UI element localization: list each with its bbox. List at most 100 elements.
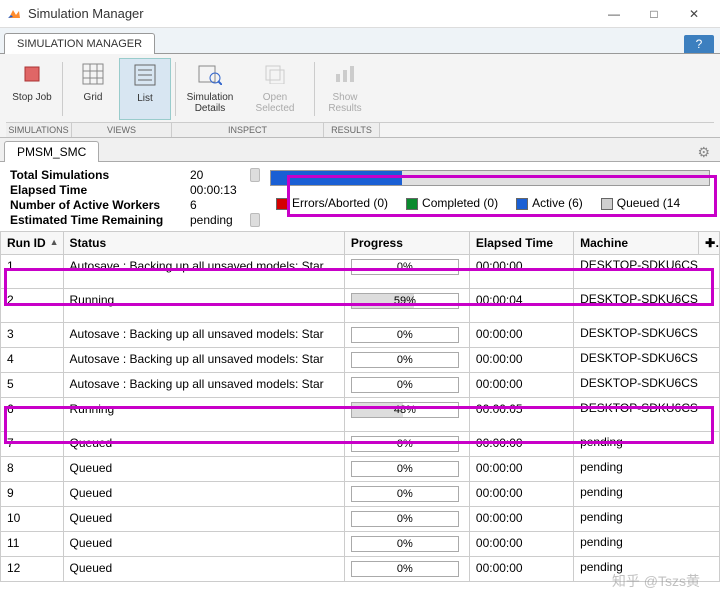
list-button[interactable]: List xyxy=(119,58,171,120)
col-elapsed[interactable]: Elapsed Time xyxy=(469,232,573,255)
cell-run-id: 12 xyxy=(1,557,64,582)
matlab-icon xyxy=(6,6,22,22)
cell-run-id: 8 xyxy=(1,457,64,482)
ribbon-group-views: VIEWS xyxy=(72,123,172,137)
cell-machine: DESKTOP-SDKU6CS xyxy=(574,289,720,323)
details-icon xyxy=(196,60,224,88)
tab-pmsm-smc[interactable]: PMSM_SMC xyxy=(4,141,99,162)
open-selected-button: Open Selected xyxy=(240,58,310,120)
cell-status: Autosave : Backing up all unsaved models… xyxy=(63,348,344,373)
cell-status: Queued xyxy=(63,432,344,457)
col-machine[interactable]: Machine xyxy=(574,232,699,255)
cell-run-id: 2 xyxy=(1,289,64,323)
table-row[interactable]: 8Queued0%00:00:00pending xyxy=(1,457,720,482)
cell-progress: 0% xyxy=(344,507,469,532)
remain-value: pending xyxy=(190,213,250,227)
table-row[interactable]: 1Autosave : Backing up all unsaved model… xyxy=(1,255,720,289)
cell-status: Queued xyxy=(63,457,344,482)
remain-label: Estimated Time Remaining xyxy=(10,213,190,227)
summary-scroll-2[interactable] xyxy=(250,213,260,227)
workers-value: 6 xyxy=(190,198,250,212)
cell-machine: pending xyxy=(574,507,720,532)
table-row[interactable]: 12Queued0%00:00:00pending xyxy=(1,557,720,582)
cell-machine: DESKTOP-SDKU6CS xyxy=(574,373,720,398)
ribbon-tab-row: SIMULATION MANAGER ? xyxy=(0,28,720,54)
legend-completed: Completed (0) xyxy=(422,196,498,210)
col-status[interactable]: Status xyxy=(63,232,344,255)
add-column-button[interactable]: ✚ xyxy=(699,232,720,255)
legend-errors: Errors/Aborted (0) xyxy=(292,196,388,210)
elapsed-value: 00:00:13 xyxy=(190,183,250,197)
cell-machine: DESKTOP-SDKU6CS xyxy=(574,348,720,373)
cell-progress: 0% xyxy=(344,532,469,557)
cell-run-id: 5 xyxy=(1,373,64,398)
open-icon xyxy=(261,60,289,88)
cell-progress: 0% xyxy=(344,432,469,457)
ribbon-group-results: RESULTS xyxy=(324,123,380,137)
cell-elapsed: 00:00:00 xyxy=(469,482,573,507)
cell-machine: pending xyxy=(574,432,720,457)
cell-run-id: 11 xyxy=(1,532,64,557)
cell-progress: 0% xyxy=(344,482,469,507)
legend: Errors/Aborted (0) Completed (0) Active … xyxy=(270,192,710,214)
maximize-button[interactable]: □ xyxy=(634,2,674,26)
cell-status: Queued xyxy=(63,532,344,557)
table-row[interactable]: 4Autosave : Backing up all unsaved model… xyxy=(1,348,720,373)
help-button[interactable]: ? xyxy=(684,35,714,53)
table-row[interactable]: 11Queued0%00:00:00pending xyxy=(1,532,720,557)
cell-progress: 0% xyxy=(344,373,469,398)
sort-asc-icon: ▲ xyxy=(50,237,59,247)
stop-job-button[interactable]: Stop Job xyxy=(6,58,58,120)
summary-panel: Total Simulations20 Elapsed Time00:00:13… xyxy=(0,162,720,231)
summary-scroll[interactable] xyxy=(250,168,260,182)
grid-button[interactable]: Grid xyxy=(67,58,119,120)
minimize-button[interactable]: — xyxy=(594,2,634,26)
cell-machine: pending xyxy=(574,532,720,557)
cell-status: Autosave : Backing up all unsaved models… xyxy=(63,323,344,348)
ribbon-tab-simulation-manager[interactable]: SIMULATION MANAGER xyxy=(4,33,155,54)
simulation-details-button[interactable]: Simulation Details xyxy=(180,58,240,120)
list-icon xyxy=(131,61,159,89)
cell-progress: 0% xyxy=(344,323,469,348)
col-run-id[interactable]: Run ID▲ xyxy=(1,232,64,255)
cell-elapsed: 00:00:00 xyxy=(469,323,573,348)
show-results-button: Show Results xyxy=(319,58,371,120)
cell-elapsed: 00:00:04 xyxy=(469,289,573,323)
gear-icon[interactable]: ⚙ xyxy=(697,144,710,161)
cell-machine: DESKTOP-SDKU6CS xyxy=(574,398,720,432)
table-row[interactable]: 10Queued0%00:00:00pending xyxy=(1,507,720,532)
cell-progress: 0% xyxy=(344,255,469,289)
simulations-table: Run ID▲ Status Progress Elapsed Time Mac… xyxy=(0,231,720,582)
cell-status: Queued xyxy=(63,507,344,532)
ribbon-group-inspect: INSPECT xyxy=(172,123,324,137)
cell-elapsed: 00:00:00 xyxy=(469,255,573,289)
cell-elapsed: 00:00:00 xyxy=(469,457,573,482)
cell-progress: 0% xyxy=(344,557,469,582)
cell-run-id: 1 xyxy=(1,255,64,289)
table-row[interactable]: 9Queued0%00:00:00pending xyxy=(1,482,720,507)
table-row[interactable]: 3Autosave : Backing up all unsaved model… xyxy=(1,323,720,348)
table-row[interactable]: 6Running48%00:00:05DESKTOP-SDKU6CS xyxy=(1,398,720,432)
workers-label: Number of Active Workers xyxy=(10,198,190,212)
cell-run-id: 4 xyxy=(1,348,64,373)
document-tabbar: PMSM_SMC ⚙ xyxy=(0,138,720,162)
titlebar: Simulation Manager — □ ✕ xyxy=(0,0,720,28)
cell-elapsed: 00:00:05 xyxy=(469,398,573,432)
grid-icon xyxy=(79,60,107,88)
cell-elapsed: 00:00:00 xyxy=(469,507,573,532)
cell-progress: 59% xyxy=(344,289,469,323)
cell-machine: pending xyxy=(574,482,720,507)
table-row[interactable]: 7Queued0%00:00:00pending xyxy=(1,432,720,457)
legend-queued: Queued (14 xyxy=(617,196,680,210)
overall-progress-bar xyxy=(270,170,710,186)
stop-icon xyxy=(18,60,46,88)
cell-status: Queued xyxy=(63,482,344,507)
cell-run-id: 6 xyxy=(1,398,64,432)
table-row[interactable]: 2Running59%00:00:04DESKTOP-SDKU6CS xyxy=(1,289,720,323)
cell-progress: 48% xyxy=(344,398,469,432)
col-progress[interactable]: Progress xyxy=(344,232,469,255)
table-row[interactable]: 5Autosave : Backing up all unsaved model… xyxy=(1,373,720,398)
cell-machine: pending xyxy=(574,457,720,482)
close-button[interactable]: ✕ xyxy=(674,2,714,26)
cell-run-id: 3 xyxy=(1,323,64,348)
